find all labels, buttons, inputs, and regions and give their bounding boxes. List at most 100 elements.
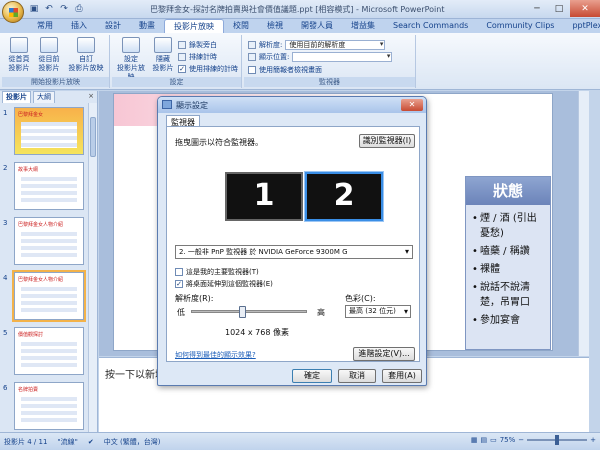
monitor-select[interactable]: 2. 一般非 PnP 監視器 於 NVIDIA GeForce 9300M G bbox=[175, 245, 413, 259]
thumbnail-preview: 巴黎拜金女人物介紹 bbox=[12, 270, 86, 322]
thumbnail-title: 巴黎拜金女人物介紹 bbox=[18, 222, 64, 228]
ribbon-tab[interactable]: 投影片放映 bbox=[164, 19, 224, 33]
monitor-panel: 拖曳圖示以符合監視器。 識別監視器(I) 1 2 ↖ 2. 一般非 PnP 監視… bbox=[166, 126, 420, 362]
monitor-2-icon[interactable]: 2 bbox=[305, 172, 383, 221]
view-slideshow-icon[interactable]: ▭ bbox=[490, 436, 497, 444]
ribbon-tab[interactable]: Search Commands bbox=[384, 19, 477, 33]
view-sorter-icon[interactable]: ▤ bbox=[480, 436, 487, 444]
ribbon-tab[interactable]: Community Clips bbox=[477, 19, 563, 33]
ribbon-tab[interactable]: 設計 bbox=[96, 19, 130, 33]
zoom-slider[interactable] bbox=[527, 435, 588, 445]
language[interactable]: 中文 (繁體，台灣) bbox=[104, 437, 161, 447]
ribbon-tab[interactable]: 開發人員 bbox=[292, 19, 342, 33]
slide-info: 投影片 4 / 11 bbox=[4, 437, 48, 446]
slide-thumbnail[interactable]: 3 巴黎拜金女人物介紹 bbox=[0, 217, 88, 265]
thumbnail-title: 巴黎拜金女 bbox=[18, 112, 44, 118]
checkbox[interactable]: ✓ bbox=[178, 64, 186, 73]
status-card[interactable]: 狀態 煙 / 酒 (引出憂愁) 嗑藥 / 稱讚裸體說話不說清楚，吊胃口參加宴會 bbox=[465, 176, 551, 350]
rehearse-timings-button[interactable]: 排練計時 bbox=[178, 51, 217, 62]
tab-outline[interactable]: 大綱 bbox=[33, 91, 55, 103]
hide-slide-icon bbox=[154, 37, 172, 53]
use-timings-checkbox[interactable]: ✓ 使用排練的計時 bbox=[178, 63, 238, 74]
status-item: 說話不說清楚，吊胃口 bbox=[472, 280, 546, 310]
thumbnail-content bbox=[21, 287, 77, 313]
from-beginning-button[interactable]: 從首頁 投影片 bbox=[4, 37, 34, 73]
save-icon[interactable]: ▣ bbox=[28, 3, 40, 15]
slide-number: 2 bbox=[3, 164, 8, 172]
resolution-combo[interactable]: 使用目前的解析度 bbox=[285, 39, 386, 50]
timer-icon bbox=[178, 52, 186, 61]
ribbon-tab[interactable]: 增益集 bbox=[342, 19, 384, 33]
resolution-slider[interactable] bbox=[191, 306, 307, 318]
display-settings-icon bbox=[162, 100, 172, 109]
presenter-view-checkbox[interactable]: 使用簡報者檢視畫面 bbox=[248, 64, 322, 75]
extend-desktop-checkbox[interactable]: ✓ 將桌面延伸到這個監視器(E) bbox=[175, 279, 273, 289]
record-narration-button[interactable]: 錄製旁白 bbox=[178, 39, 217, 50]
slide-thumbnail[interactable]: 6 名牌拍賣 bbox=[0, 382, 88, 430]
zoom-level[interactable]: 75% bbox=[500, 436, 516, 444]
slide-thumbnail[interactable]: 2 故事大綱 bbox=[0, 162, 88, 210]
checkbox[interactable] bbox=[175, 268, 183, 276]
ribbon-tab[interactable]: 常用 bbox=[28, 19, 62, 33]
checkbox[interactable] bbox=[248, 65, 256, 74]
ok-button[interactable]: 確定 bbox=[292, 369, 332, 383]
cancel-button[interactable]: 取消 bbox=[338, 369, 376, 383]
scroll-thumb[interactable] bbox=[90, 117, 96, 157]
slide-number: 6 bbox=[3, 384, 8, 392]
zoom-in-icon[interactable]: + bbox=[590, 436, 596, 444]
maximize-button[interactable]: □ bbox=[548, 0, 570, 17]
ribbon-tab[interactable]: 檢視 bbox=[258, 19, 292, 33]
status-item: 參加宴會 bbox=[472, 313, 546, 328]
hide-slide-button[interactable]: 隱藏 投影片 bbox=[148, 37, 178, 73]
checkbox[interactable]: ✓ bbox=[175, 280, 183, 288]
advanced-settings-button[interactable]: 進階設定(V)... bbox=[353, 347, 415, 361]
thumbnail-content bbox=[21, 397, 77, 423]
ribbon-tab[interactable]: 插入 bbox=[62, 19, 96, 33]
view-normal-icon[interactable]: ▦ bbox=[471, 436, 478, 444]
show-on-combo[interactable] bbox=[292, 51, 393, 62]
undo-icon[interactable]: ↶ bbox=[43, 3, 55, 15]
quick-access-toolbar: ▣ ↶ ↷ ⎙ bbox=[28, 3, 85, 15]
minimize-button[interactable]: ─ bbox=[526, 0, 548, 17]
spellcheck-icon[interactable]: ✔ bbox=[88, 438, 94, 446]
slide-number: 1 bbox=[3, 109, 8, 117]
resolution-slider-knob[interactable] bbox=[239, 306, 247, 318]
monitors-group: 解析度: 使用目前的解析度 顯示位置: 使用簡報者檢視畫面 監視器 bbox=[244, 35, 416, 88]
ribbon-tab[interactable]: pptPlex bbox=[563, 19, 600, 33]
slide-scrollbar[interactable] bbox=[578, 91, 589, 356]
slideshow-start-icon bbox=[10, 37, 28, 53]
monitor-1-icon[interactable]: 1 bbox=[225, 172, 303, 221]
pane-close-icon[interactable]: × bbox=[88, 92, 94, 100]
slide-thumbnail[interactable]: 1 巴黎拜金女 bbox=[0, 107, 88, 155]
show-on-row: 顯示位置: bbox=[248, 51, 393, 62]
print-icon[interactable]: ⎙ bbox=[73, 3, 85, 15]
tab-slides[interactable]: 投影片 bbox=[2, 91, 31, 103]
setup-slideshow-button[interactable]: 設定 投影片放映 bbox=[114, 37, 148, 82]
zoom-out-icon[interactable]: − bbox=[518, 436, 524, 444]
identify-monitors-button[interactable]: 識別監視器(I) bbox=[359, 134, 415, 148]
slide-thumbnail[interactable]: 5 價值觀探討 bbox=[0, 327, 88, 375]
thumbnail-scrollbar[interactable] bbox=[88, 103, 97, 432]
apply-button[interactable]: 套用(A) bbox=[382, 369, 422, 383]
color-depth-select[interactable]: 最高 (32 位元) bbox=[345, 305, 411, 318]
dialog-title-bar: 顯示設定 ✕ bbox=[158, 97, 426, 113]
office-button-icon[interactable] bbox=[2, 1, 24, 23]
thumbnail-title: 名牌拍賣 bbox=[18, 387, 39, 393]
close-button[interactable]: ✕ bbox=[570, 0, 600, 17]
start-slideshow-group: 從首頁 投影片 從目前 投影片 自訂 投影片放映 開始投影片放映 bbox=[2, 35, 110, 88]
ribbon-tab[interactable]: 動畫 bbox=[130, 19, 164, 33]
redo-icon[interactable]: ↷ bbox=[58, 3, 70, 15]
thumbnail-content bbox=[21, 232, 77, 258]
dialog-close-button[interactable]: ✕ bbox=[401, 99, 423, 111]
display-icon bbox=[248, 52, 256, 61]
zoom-slider-knob[interactable] bbox=[555, 435, 560, 445]
slide-thumbnail[interactable]: 4 巴黎拜金女人物介紹 bbox=[0, 270, 88, 322]
custom-slideshow-icon bbox=[77, 37, 95, 53]
ribbon-tab[interactable]: 校閱 bbox=[224, 19, 258, 33]
primary-monitor-checkbox[interactable]: 這是我的主要監視器(T) bbox=[175, 267, 259, 277]
from-current-button[interactable]: 從目前 投影片 bbox=[34, 37, 64, 73]
microphone-icon bbox=[178, 40, 186, 49]
custom-slideshow-button[interactable]: 自訂 投影片放映 bbox=[64, 37, 108, 73]
help-link[interactable]: 如何得到最佳的顯示效果? bbox=[175, 350, 256, 360]
monitor-icon bbox=[248, 40, 256, 49]
